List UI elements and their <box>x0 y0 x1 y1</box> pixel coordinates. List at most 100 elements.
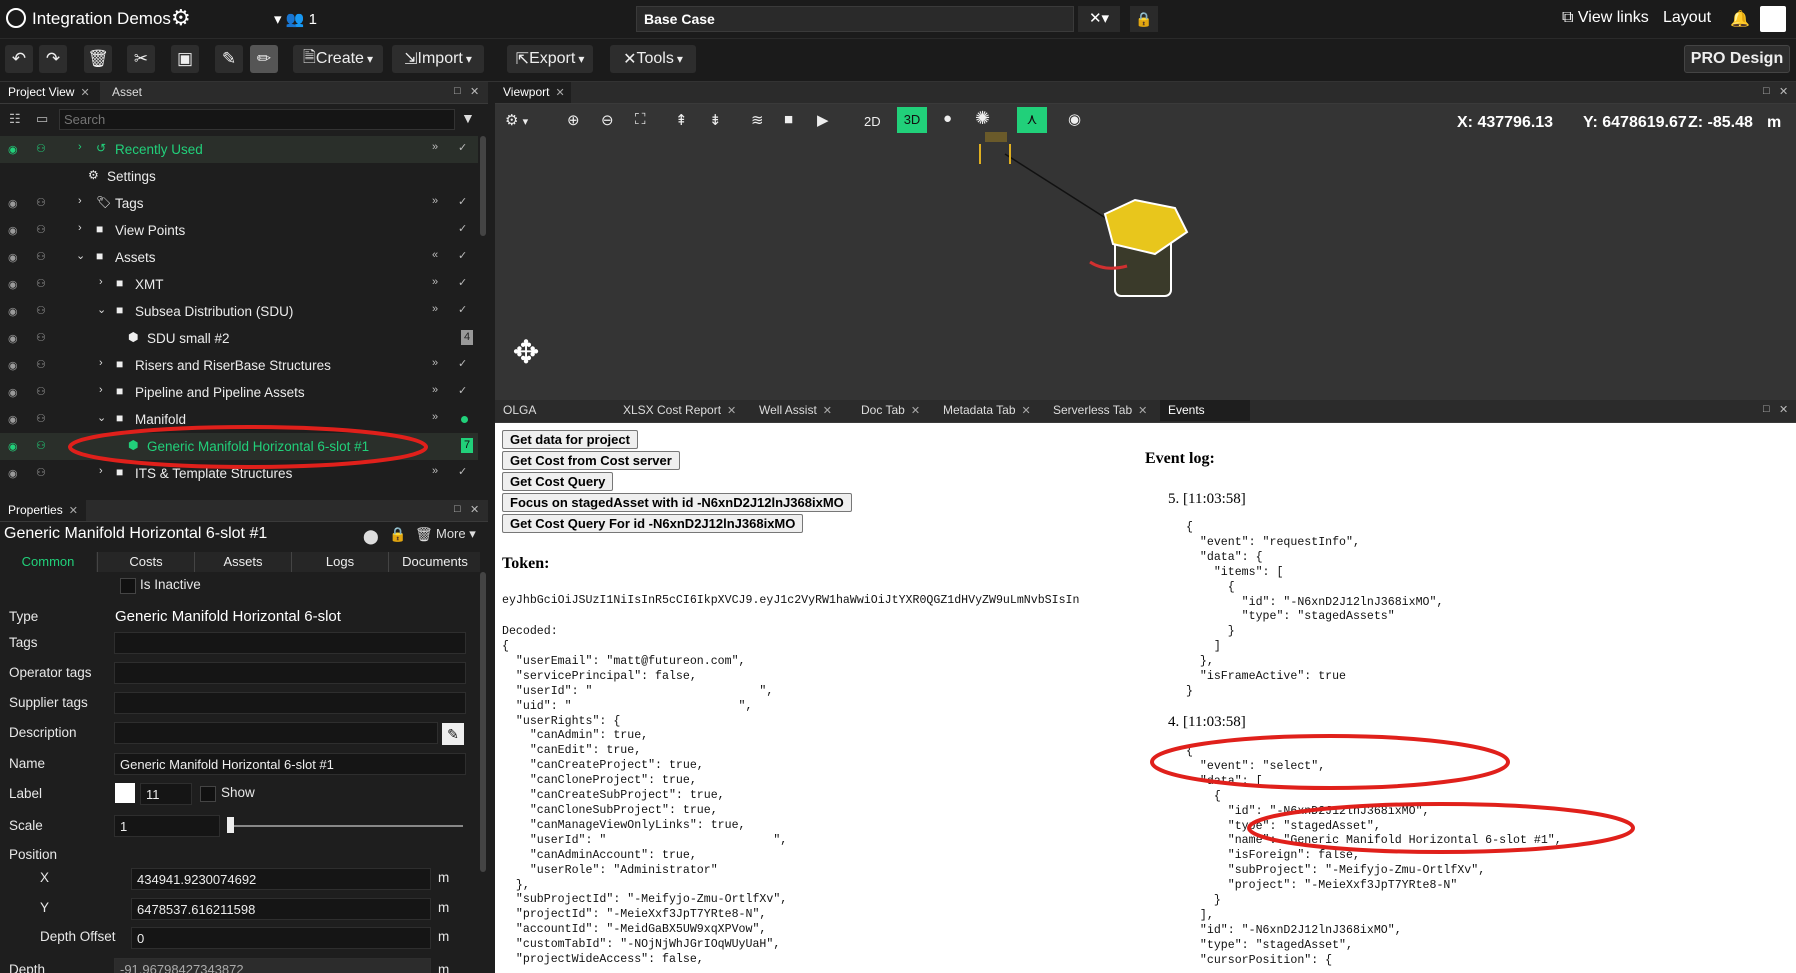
lock-user-icon[interactable]: ⚇ <box>36 358 50 372</box>
chevron-double-icon[interactable]: » <box>432 141 438 153</box>
chevron-double-icon[interactable]: » <box>432 465 438 477</box>
tree-item-xmt[interactable]: ◉ ⚇ › ■ XMT » ✓ <box>0 271 478 298</box>
draw-button[interactable]: ✏ <box>250 45 278 73</box>
chevron-double-icon[interactable]: » <box>432 303 438 315</box>
chevron-double-icon[interactable]: » <box>432 384 438 396</box>
check-icon[interactable]: ✓ <box>458 384 467 397</box>
bell-icon[interactable]: 🔔 <box>1730 9 1750 29</box>
chevron-right-icon[interactable]: › <box>78 141 82 153</box>
view-2d-button[interactable]: 2D <box>864 114 881 129</box>
get-cost-from-server-button[interactable]: Get Cost from Cost server <box>502 451 680 470</box>
lock-user-icon[interactable]: ⚇ <box>36 439 50 453</box>
visibility-icon[interactable]: ◉ <box>8 251 22 264</box>
lock-user-icon[interactable]: ⚇ <box>36 385 50 399</box>
tree-view-icon[interactable]: ☷ <box>9 111 21 127</box>
is-inactive-checkbox[interactable] <box>120 578 136 594</box>
chevron-right-icon[interactable]: › <box>99 276 103 288</box>
play-icon[interactable]: ▶ <box>817 111 829 129</box>
close-icon[interactable]: ✕ <box>1022 405 1031 417</box>
subtab-costs[interactable]: Costs <box>97 552 194 572</box>
viewport-canvas[interactable]: ⚙ ▾ ⊕ ⊖ ⛶ ⇞ ⇟ ≋ ■ ▶ 2D 3D ● ✺ ⋏ ◉ X: 437… <box>495 104 1796 400</box>
properties-scrollbar[interactable] <box>480 572 486 872</box>
label-color-swatch[interactable] <box>115 783 135 803</box>
camera-settings-button[interactable]: ⚙ ▾ <box>505 111 528 129</box>
scale-slider-handle[interactable] <box>227 817 234 833</box>
maximize-icon[interactable]: □ <box>1763 403 1770 415</box>
fit-screen-icon[interactable]: ⛶ <box>635 111 646 128</box>
tree-item-assets[interactable]: ◉ ⚇ ⌄ ■ Assets « ✓ <box>0 244 478 271</box>
tab-olga-integration[interactable]: OLGA Integration✕ <box>495 400 607 438</box>
chevron-double-icon[interactable]: » <box>432 357 438 369</box>
name-field[interactable]: Generic Manifold Horizontal 6-slot #1 <box>114 753 466 775</box>
zoom-out-icon[interactable]: ⊖ <box>601 111 614 129</box>
close-icon[interactable]: ✕ <box>1779 403 1788 416</box>
check-icon[interactable]: ✓ <box>458 195 467 208</box>
close-icon[interactable]: ✕ <box>1779 85 1788 98</box>
tab-metadata-tab[interactable]: Metadata Tab ✕ <box>935 400 1043 421</box>
chevron-double-icon[interactable]: » <box>432 276 438 288</box>
pro-design-button[interactable]: PRO Design <box>1684 45 1790 73</box>
depth-offset-field[interactable]: 0 <box>131 927 431 949</box>
case-selector[interactable]: Base Case <box>636 6 1074 32</box>
layers-icon[interactable]: ≋ <box>751 111 764 129</box>
maximize-icon[interactable]: □ <box>1763 85 1770 97</box>
undo-button[interactable]: ↶ <box>5 45 33 73</box>
compass-toggle-icon[interactable]: ⋏ <box>1017 107 1047 133</box>
close-icon[interactable]: ✕ <box>1138 405 1147 417</box>
tree-item-tags[interactable]: ◉ ⚇ › 🏷 Tags » ✓ <box>0 190 478 217</box>
tab-asset-library[interactable]: Asset Library✕ <box>104 82 204 120</box>
compass-rose-icon[interactable]: ✥ <box>506 332 546 372</box>
subtab-documents[interactable]: Documents <box>388 552 481 572</box>
visibility-icon[interactable]: ◉ <box>8 332 22 345</box>
layout-button[interactable]: Layout <box>1663 9 1711 27</box>
visibility-icon[interactable]: ◉ <box>8 197 22 210</box>
lock-user-icon[interactable]: ⚇ <box>36 196 50 210</box>
chevron-double-icon[interactable]: » <box>432 411 438 423</box>
tree-item-settings[interactable]: ⚙ Settings <box>0 163 478 190</box>
chevron-down-icon[interactable]: ⌄ <box>97 411 106 424</box>
create-menu-button[interactable]: 🗎 Create ▾ <box>293 45 383 73</box>
measure-button[interactable]: ✎ <box>215 45 243 73</box>
tab-serverless-tab[interactable]: Serverless Tab ✕ <box>1045 400 1157 421</box>
chevron-down-icon[interactable]: ⌄ <box>76 249 85 262</box>
close-icon[interactable]: ✕ <box>727 405 736 417</box>
lock-button[interactable]: 🔒 <box>1130 6 1158 32</box>
check-icon[interactable]: ✓ <box>458 141 467 154</box>
visibility-icon[interactable]: ◉ <box>8 278 22 291</box>
sea-surface-icon[interactable]: ⇞ <box>675 111 688 129</box>
tools-dropdown-button[interactable]: ✕▾ <box>1078 6 1120 32</box>
cut-button[interactable]: ✂ <box>127 45 155 73</box>
close-icon[interactable]: ✕ <box>911 405 920 417</box>
chevron-right-icon[interactable]: › <box>78 222 82 234</box>
tab-events-tab[interactable]: Events Tab✕ <box>1160 400 1250 438</box>
visibility-icon[interactable]: ◉ <box>8 359 22 372</box>
users-dropdown[interactable]: ▾ 👥 1 <box>274 10 317 28</box>
redo-button[interactable]: ↷ <box>39 45 67 73</box>
tree-item-view-points[interactable]: ◉ ⚇ › ■ View Points ✓ <box>0 217 478 244</box>
chevron-right-icon[interactable]: › <box>78 195 82 207</box>
check-icon[interactable]: ✓ <box>458 303 467 316</box>
lock-user-icon[interactable]: ⚇ <box>36 331 50 345</box>
chevron-right-icon[interactable]: › <box>99 384 103 396</box>
visibility-icon[interactable]: ◉ <box>8 143 22 156</box>
tree-item-sdu-small[interactable]: ◉ ⚇ ⬢ SDU small #2 4 <box>0 325 478 352</box>
visibility-icon[interactable]: ◉ <box>8 467 22 480</box>
delete-button[interactable]: 🗑 <box>84 45 112 73</box>
subtab-common[interactable]: Common <box>0 552 96 572</box>
trash-icon[interactable]: 🗑 <box>415 526 433 543</box>
close-icon[interactable]: ✕ <box>555 87 564 99</box>
lock-user-icon[interactable]: ⚇ <box>36 277 50 291</box>
tree-item-recently-used[interactable]: ◉ ⚇ › ↺ Recently Used » ✓ <box>0 136 478 163</box>
camera-icon[interactable]: ■ <box>784 111 793 128</box>
tree-scrollbar[interactable] <box>480 136 486 236</box>
avatar[interactable] <box>1760 6 1786 32</box>
focus-staged-asset-button[interactable]: Focus on stagedAsset with id -N6xnD2J12l… <box>502 493 852 512</box>
description-field[interactable] <box>114 722 438 744</box>
y-field[interactable]: 6478537.616211598 <box>131 898 431 920</box>
view-links-button[interactable]: ⧉ View links <box>1562 9 1649 27</box>
maximize-icon[interactable]: □ <box>454 503 461 515</box>
tools-menu-button[interactable]: ✕ Tools ▾ <box>610 45 696 73</box>
label-field[interactable]: 11 <box>140 783 192 805</box>
get-data-for-project-button[interactable]: Get data for project <box>502 430 638 449</box>
lock-user-icon[interactable]: ⚇ <box>36 250 50 264</box>
